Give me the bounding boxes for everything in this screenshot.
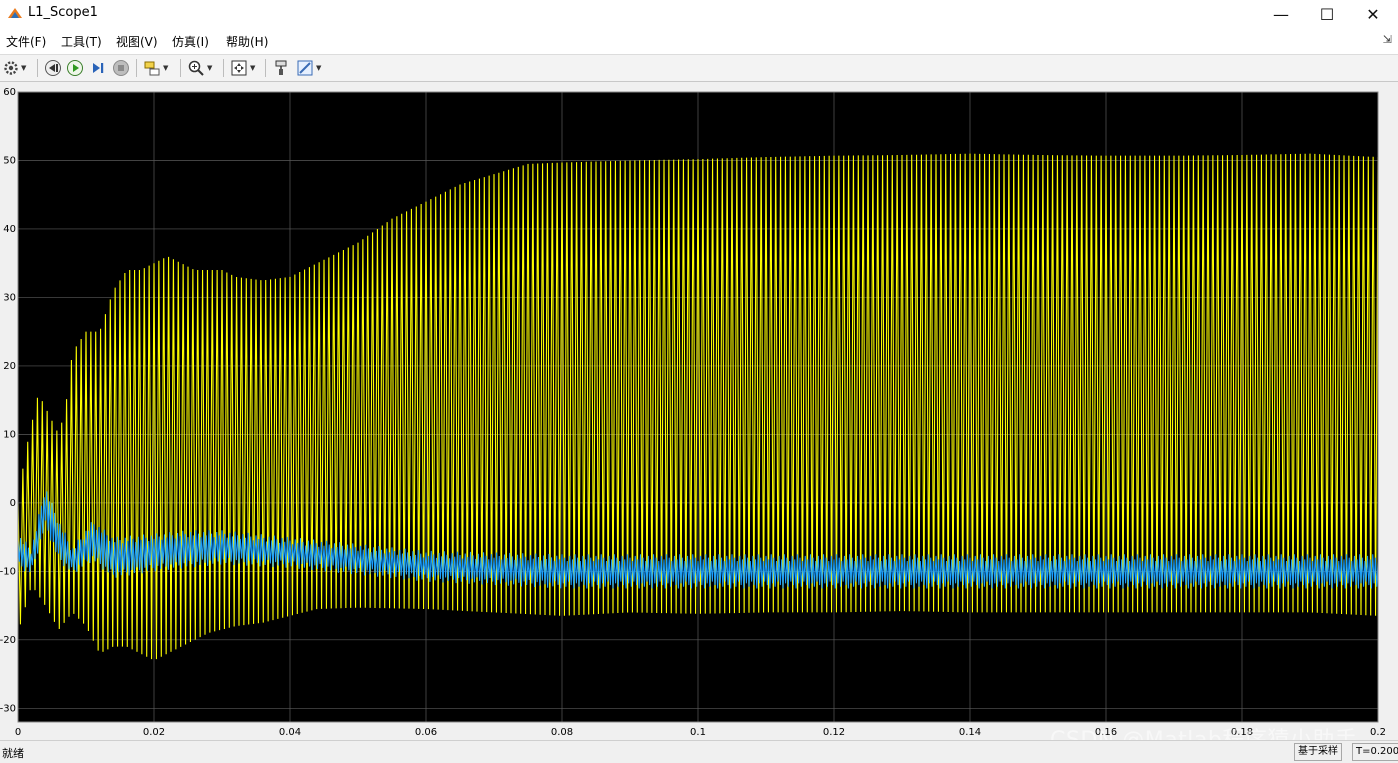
undock-icon[interactable]: ⇲ (1383, 33, 1392, 46)
y-tick-label: -20 (0, 635, 16, 646)
step-back-button[interactable] (44, 58, 62, 78)
matlab-logo-icon (8, 8, 22, 18)
menu-bar: 文件(F) 工具(T) 视图(V) 仿真(I) 帮助(H) ⇲ (0, 28, 1398, 55)
highlight-block-icon (144, 61, 160, 76)
gear-icon (4, 61, 18, 75)
sample-mode-indicator: 基于采样 (1294, 743, 1342, 761)
style-icon (275, 60, 287, 75)
toolbar-separator (37, 59, 38, 77)
menu-help[interactable]: 帮助(H) (226, 33, 268, 50)
y-tick-label: 50 (3, 155, 16, 166)
x-tick-label: 0.2 (1370, 727, 1386, 738)
x-tick-label: 0.14 (959, 727, 981, 738)
close-button[interactable]: ✕ (1350, 0, 1396, 28)
fit-to-view-icon (231, 60, 247, 76)
title-bar: L1_Scope1 — ☐ ✕ (0, 0, 1398, 28)
y-tick-label: 0 (10, 498, 16, 509)
close-icon: ✕ (1366, 4, 1380, 24)
status-text: 就绪 (2, 747, 24, 760)
y-tick-label: 10 (3, 429, 16, 440)
y-tick-label: -30 (0, 703, 16, 714)
dropdown-arrow-icon: ▼ (316, 64, 322, 72)
x-tick-label: 0.08 (551, 727, 573, 738)
stop-button[interactable] (112, 58, 130, 78)
measure-button[interactable]: ▼ (296, 58, 321, 78)
minimize-icon: — (1273, 4, 1289, 24)
sim-time-indicator: T=0.200 (1352, 743, 1398, 761)
menu-view[interactable]: 视图(V) (116, 33, 158, 50)
dropdown-arrow-icon: ▼ (250, 64, 256, 72)
step-back-icon (45, 60, 61, 76)
highlight-block-button[interactable]: ▼ (143, 58, 168, 78)
dropdown-arrow-icon: ▼ (207, 64, 213, 72)
y-tick-label: 30 (3, 292, 16, 303)
stop-icon (113, 60, 129, 76)
y-tick-label: 20 (3, 361, 16, 372)
toolbar-separator (265, 59, 266, 77)
run-icon (67, 60, 83, 76)
x-tick-label: 0.04 (279, 727, 301, 738)
x-tick-label: 0.12 (823, 727, 845, 738)
dropdown-arrow-icon: ▼ (21, 64, 27, 72)
x-tick-label: 0.06 (415, 727, 437, 738)
toolbar-separator (180, 59, 181, 77)
minimize-button[interactable]: — (1258, 0, 1304, 28)
step-forward-button[interactable] (89, 58, 107, 78)
step-forward-icon (93, 63, 104, 73)
dropdown-arrow-icon: ▼ (163, 64, 169, 72)
fit-to-view-button[interactable]: ▼ (230, 58, 255, 78)
run-button[interactable] (66, 58, 84, 78)
style-button[interactable] (272, 58, 290, 78)
y-tick-label: 40 (3, 224, 16, 235)
toolbar: ▼ ▼ ▼ ▼ ▼ (0, 55, 1398, 82)
maximize-button[interactable]: ☐ (1304, 0, 1350, 28)
y-tick-label: -10 (0, 566, 16, 577)
measure-icon (297, 60, 313, 76)
plot-scrollbar-right[interactable] (1382, 92, 1396, 722)
x-tick-label: 0.1 (690, 727, 706, 738)
toolbar-separator (136, 59, 137, 77)
y-tick-label: 60 (3, 87, 16, 98)
zoom-button[interactable]: ▼ (187, 58, 212, 78)
menu-simulation[interactable]: 仿真(I) (172, 33, 209, 50)
menu-tools[interactable]: 工具(T) (61, 33, 102, 50)
scope-display: 0 0.02 0.04 0.06 0.08 0.1 0.12 0.14 0.16 0.18 0.2-… (0, 82, 1398, 740)
status-bar: 就绪 基于采样 T=0.200 (0, 740, 1398, 763)
toolbar-separator (223, 59, 224, 77)
settings-button[interactable]: ▼ (3, 58, 26, 78)
maximize-icon: ☐ (1319, 4, 1335, 24)
window-title: L1_Scope1 (28, 5, 98, 20)
menu-file[interactable]: 文件(F) (6, 33, 46, 50)
x-tick-label: 0.02 (143, 727, 165, 738)
scope-plot[interactable]: 0 0.02 0.04 0.06 0.08 0.1 0.12 0.14 0.16 0.18 0.2-… (0, 82, 1398, 740)
x-tick-label: 0 (15, 727, 21, 738)
zoom-icon (188, 60, 204, 76)
